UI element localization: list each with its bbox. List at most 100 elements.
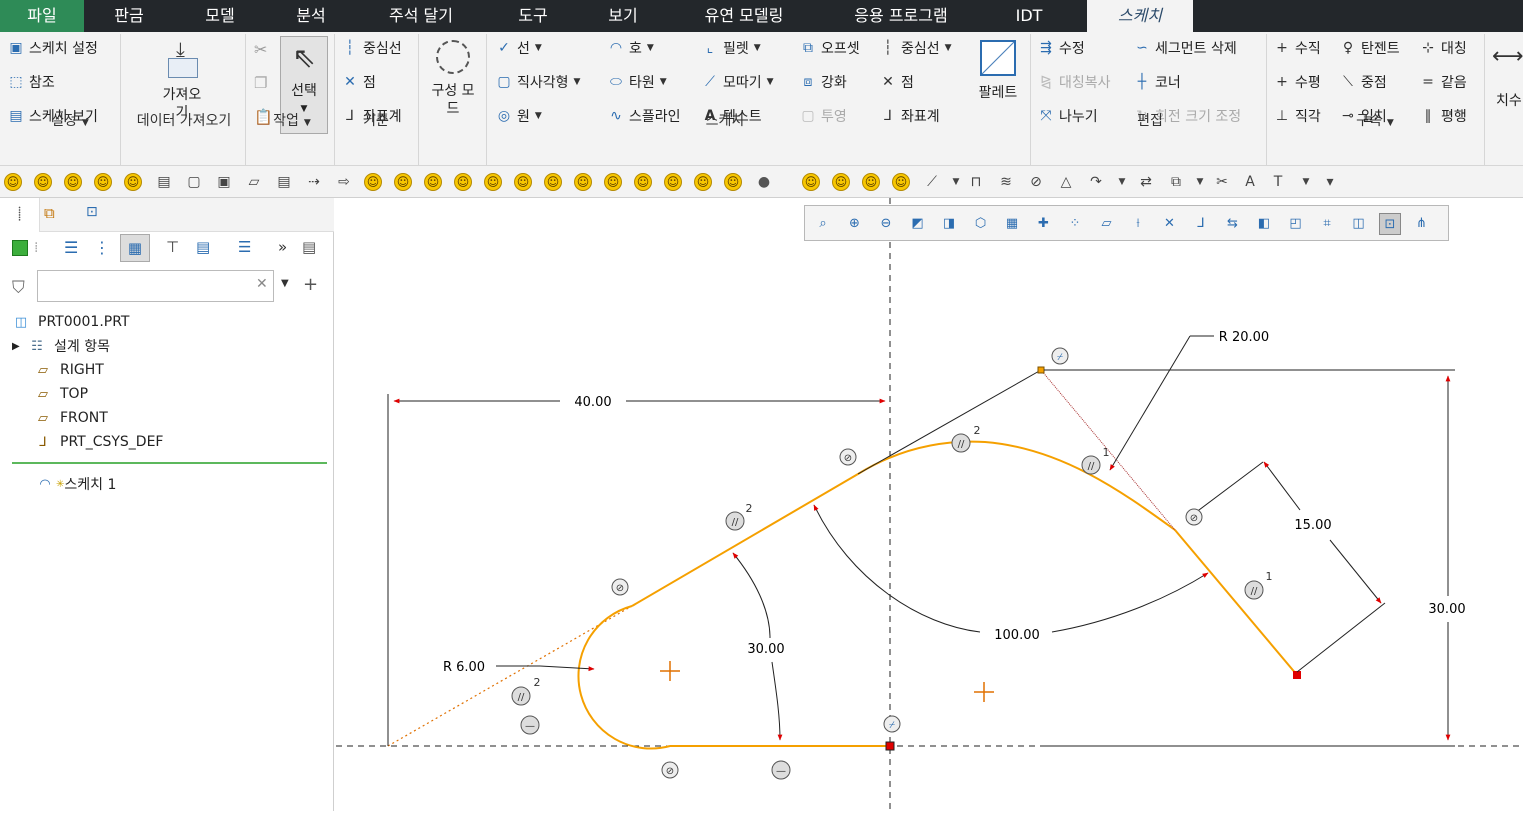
annotation-display-icon[interactable]: ◧ [1253,213,1275,235]
endpoint-marker[interactable] [1293,671,1301,679]
toolbar-smiley-icon[interactable]: ☺ [724,173,742,191]
wave-icon[interactable]: ≋ [996,172,1016,192]
tangent-constraint-badge[interactable]: ⊘ [611,578,629,596]
tangent-extension-line[interactable] [857,369,1042,475]
horizontal-constraint-button[interactable]: + 수평 [1274,71,1321,93]
tangent-constraint-button[interactable]: ♀ 탄젠트 [1340,37,1400,59]
zoom-in-icon[interactable]: ⊕ [844,213,866,235]
tangent-constraint-badge[interactable]: ⊘ [839,448,857,466]
clear-icon[interactable]: ✕ [256,276,268,292]
csys-display-icon[interactable]: ⅃ [1190,213,1212,235]
horizontal-constraint-badge[interactable]: — [520,715,540,735]
circle-slash-icon[interactable]: ⊘ [1026,172,1046,192]
symmetric-constraint-button[interactable]: ⊹ 대칭 [1420,37,1467,59]
toolbar-smiley-icon[interactable]: ☺ [484,173,502,191]
tangent-constraint-badge[interactable]: ⊘ [661,761,679,779]
annotation-icon[interactable]: A [1240,172,1260,192]
view-manager-icon[interactable]: ▦ [1001,213,1023,235]
sketch-view-icon[interactable]: ◰ [1285,213,1307,235]
toolbar-smiley-icon[interactable]: ☺ [454,173,472,191]
forward-icon[interactable]: ⇢ [304,172,324,192]
dimension-icon[interactable]: ⟷ [1492,44,1523,69]
layers-tab-icon[interactable]: ⧉ [44,204,55,222]
spline-button[interactable]: ∿ 스플라인 [608,105,680,127]
rectangle-button[interactable]: ▢ 직사각형 ▼ [496,71,580,93]
toolbar-smiley-icon[interactable]: ☺ [514,173,532,191]
saved-orientations-icon[interactable]: ⬡ [970,213,992,235]
menu-applications[interactable]: 응용 프로그램 [830,0,972,32]
menu-view[interactable]: 보기 [588,0,658,32]
coincident-constraint-badge[interactable]: ⌿ [883,715,901,733]
new-icon[interactable]: ▢ [184,172,204,192]
sketch-point-button[interactable]: ✕ 점 [880,71,914,93]
arc-button[interactable]: ◠ 호 ▼ [608,37,654,59]
references-button[interactable]: ⬚ 참조 [8,71,54,93]
toolbar-smiley-icon[interactable]: ☺ [574,173,592,191]
thicken-button[interactable]: ⧈ 강화 [800,71,847,93]
dim-40[interactable]: 40.00 [574,395,611,410]
corner-button[interactable]: ┼ 코너 [1134,71,1181,93]
toolbar-smiley-icon[interactable]: ☺ [802,173,820,191]
display-style-icon[interactable]: ◨ [938,213,960,235]
toolbar-smiley-icon[interactable]: ☺ [394,173,412,191]
sketch-canvas[interactable]: 40.00 30.00 15.00 R 20.00 100.00 30.00 R… [335,198,1523,811]
parallel-constraint-badge[interactable]: // [725,511,745,531]
menu-idt[interactable]: IDT [1000,0,1058,32]
menu-tools[interactable]: 도구 [498,0,568,32]
menu-sheetmetal[interactable]: 판금 [94,0,164,32]
sketch-ref-icon[interactable]: ⊓ [966,172,986,192]
vertex-display-icon[interactable]: ⋔ [1411,213,1433,235]
next-icon[interactable]: ⇨ [334,172,354,192]
dim-r6[interactable]: R 6.00 [443,660,485,675]
constrain-group-label[interactable]: 구속 ▼ [1340,110,1410,130]
copy-icon[interactable]: ❐ [254,74,267,92]
datum-point-button[interactable]: ✕ 점 [342,71,376,93]
expand-arrow-icon[interactable]: ▶ [12,341,26,352]
tree-item-top[interactable]: ▱ TOP [34,383,88,405]
parallel-constraint-badge[interactable]: // [951,433,971,453]
tree-options-icon[interactable]: ▤ [302,238,316,256]
zoom-out-icon[interactable]: ⊖ [875,213,897,235]
offset-button[interactable]: ⧉ 오프셋 [800,37,860,59]
toolbar-smiley-icon[interactable]: ☺ [34,173,52,191]
horizontal-constraint-badge[interactable]: — [771,760,791,780]
chamfer-button[interactable]: ⟋ 모따기 ▼ [702,71,773,93]
coincident-constraint-badge[interactable]: ⌿ [1051,347,1069,365]
perspective-icon[interactable]: ✚ [1033,213,1055,235]
parallel-constraint-badge[interactable]: // [1081,455,1101,475]
sphere-icon[interactable]: ● [754,172,774,192]
tree-item-part[interactable]: ◫ PRT0001.PRT [12,311,130,333]
line-button[interactable]: ✓ 선 ▼ [496,37,542,59]
modify-button[interactable]: ⇶ 수정 [1038,37,1085,59]
equal-constraint-button[interactable]: = 같음 [1420,71,1467,93]
toolbar-smiley-icon[interactable]: ☺ [364,173,382,191]
menu-flexible-modeling[interactable]: 유연 모델링 [682,0,806,32]
tab-model-tree[interactable]: ⸽ [0,198,40,232]
datum-display-icon[interactable]: ⁘ [1064,213,1086,235]
chevron-down-icon[interactable]: ▼ [1296,172,1316,192]
perpendicular-constraint-button[interactable]: ⊥ 직각 [1274,105,1321,127]
graphics-window[interactable]: 40.00 30.00 15.00 R 20.00 100.00 30.00 R… [335,198,1523,811]
insert-indicator[interactable] [12,462,327,464]
sketch-display-icon[interactable]: ◫ [1348,213,1370,235]
toolbar-smiley-icon[interactable]: ☺ [634,173,652,191]
cut-icon[interactable]: ✂ [254,40,267,59]
toolbar-smiley-icon[interactable]: ☺ [94,173,112,191]
datum-centerline-button[interactable]: ┆ 중심선 [342,37,402,59]
ellipse-button[interactable]: ⬭ 타원 ▼ [608,71,667,93]
tree-item-design-items[interactable]: ▶ ☷ 설계 항목 [12,335,110,357]
sketch-csys-button[interactable]: ⅃ 좌표계 [880,105,940,127]
swap-icon[interactable]: ⇄ [1136,172,1156,192]
construction-line[interactable] [387,605,633,747]
dim-100[interactable]: 100.00 [994,628,1040,643]
measure-icon[interactable]: ⟋ [922,172,942,192]
spin-center-icon[interactable]: ⇆ [1222,213,1244,235]
tree-item-sketch[interactable]: ◠ ✳ 스케치 1 [36,473,116,495]
toolbar-smiley-icon[interactable]: ☺ [64,173,82,191]
save-icon[interactable]: ▣ [214,172,234,192]
delete-segment-button[interactable]: ∽ 세그먼트 삭제 [1134,37,1237,59]
menu-annotate[interactable]: 주석 달기 [370,0,472,32]
tree-expand-icon[interactable]: ⋮ [94,238,110,257]
midpoint-constraint-button[interactable]: ⟍ 중점 [1340,71,1387,93]
fillet-button[interactable]: ⌞ 필렛 ▼ [702,37,761,59]
